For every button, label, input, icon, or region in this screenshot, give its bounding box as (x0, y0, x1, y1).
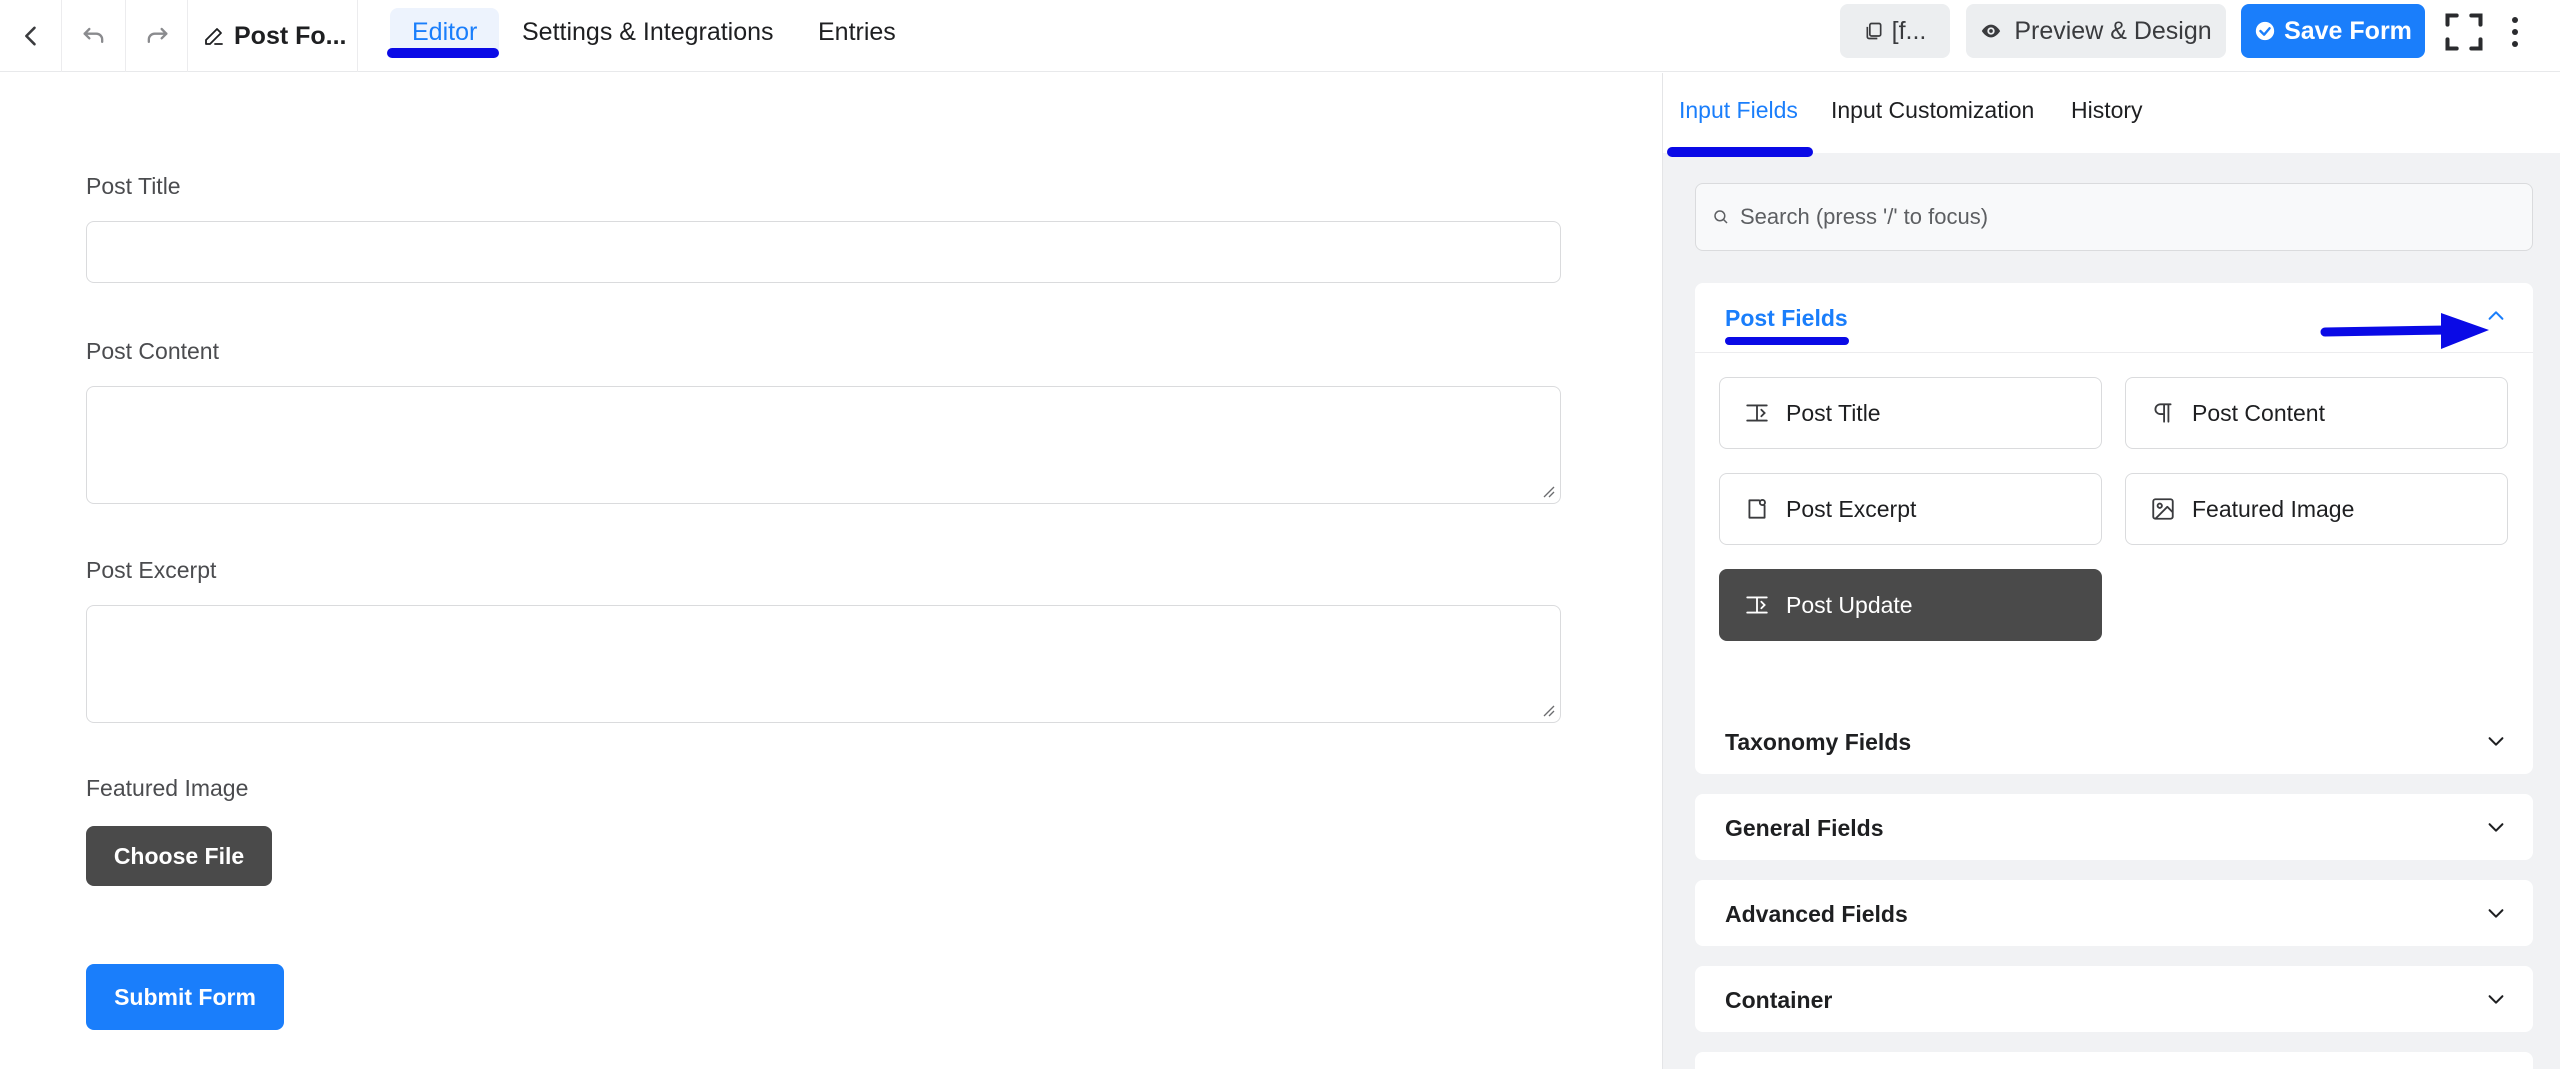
field-item-label: Post Excerpt (1786, 495, 1917, 522)
back-button[interactable] (0, 0, 62, 72)
edit-pencil-icon (205, 28, 223, 45)
preview-design-button[interactable]: Preview & Design (1966, 4, 2226, 58)
choose-file-label: Choose File (113, 842, 245, 869)
image-icon (2152, 498, 2174, 520)
preview-label: Preview & Design (2014, 16, 2212, 45)
save-form-button[interactable]: Save Form (2241, 4, 2425, 58)
copy-icon (1866, 22, 1882, 40)
sidebar-tabs: Input Fields Input Customization History (1663, 73, 2560, 157)
post-fields-title: Post Fields (1725, 305, 1848, 331)
tab-input-customization[interactable]: Input Customization (1831, 97, 2034, 124)
undo-button[interactable] (62, 0, 126, 72)
panel-title: Taxonomy Fields (1725, 729, 1912, 755)
search-placeholder: Search (press '/' to focus) (1740, 204, 1989, 229)
field-item-label: Post Title (1786, 399, 1881, 426)
fields-sidebar: Input Fields Input Customization History… (1662, 73, 2560, 1069)
tab-settings-integrations[interactable]: Settings & Integrations (522, 8, 774, 56)
choose-file-button[interactable]: Choose File (86, 826, 272, 886)
text-cursor-icon (1746, 404, 1768, 422)
field-label-post-excerpt: Post Excerpt (86, 557, 217, 583)
taxonomy-fields-panel[interactable]: Taxonomy Fields (1695, 708, 2533, 774)
chevron-left-icon (24, 26, 36, 46)
paragraph-icon (2154, 403, 2172, 423)
general-fields-panel[interactable]: General Fields (1695, 794, 2533, 860)
more-panel-partial[interactable] (1695, 1052, 2533, 1069)
dot-icon (2512, 29, 2518, 35)
chevron-down-icon[interactable] (2485, 730, 2507, 752)
resize-grip-icon[interactable] (1540, 702, 1556, 718)
form-name[interactable]: Post Fo... (188, 0, 358, 72)
post-excerpt-textarea[interactable] (86, 605, 1561, 723)
field-label-post-title: Post Title (86, 173, 181, 199)
post-fields-panel: Post Fields Post Title Post Content Post… (1695, 283, 2533, 761)
tab-input-fields[interactable]: Input Fields (1679, 97, 1798, 124)
eye-icon (1982, 24, 2001, 38)
chevron-down-icon[interactable] (2485, 988, 2507, 1010)
post-content-textarea[interactable] (86, 386, 1561, 504)
field-item-featured-image[interactable]: Featured Image (2125, 473, 2508, 545)
redo-icon (147, 27, 167, 43)
tab-editor-label: Editor (412, 17, 478, 46)
shortcode-button[interactable]: [f... (1840, 4, 1950, 58)
text-cursor-icon (1746, 596, 1768, 614)
post-title-input[interactable] (86, 221, 1561, 283)
save-label: Save Form (2284, 16, 2412, 45)
top-bar: Post Fo... Editor Settings & Integration… (0, 0, 2560, 72)
post-fields-header[interactable]: Post Fields (1695, 283, 2533, 353)
field-item-label: Post Content (2192, 399, 2325, 426)
annotation-underline (1725, 337, 1849, 345)
dot-icon (2512, 41, 2518, 47)
chevron-up-icon[interactable] (2485, 305, 2507, 327)
annotation-underline (387, 48, 499, 58)
annotation-underline (1667, 147, 1813, 157)
field-item-post-update[interactable]: Post Update (1719, 569, 2102, 641)
field-label-post-content: Post Content (86, 338, 219, 364)
undo-icon (83, 27, 103, 43)
tab-settings-label: Settings & Integrations (522, 17, 774, 46)
resize-grip-icon[interactable] (1540, 483, 1556, 499)
search-icon (1714, 210, 1728, 224)
excerpt-icon (1748, 498, 1766, 519)
redo-button[interactable] (126, 0, 188, 72)
dot-icon (2512, 17, 2518, 23)
shortcode-label: [f... (1891, 16, 1927, 45)
panel-title: Container (1725, 987, 1833, 1013)
chevron-down-icon[interactable] (2485, 816, 2507, 838)
form-canvas: Post Title Post Content Post Excerpt Fea… (0, 73, 1662, 1069)
field-item-post-title[interactable]: Post Title (1719, 377, 2102, 449)
fullscreen-icon (2445, 13, 2483, 51)
field-item-post-content[interactable]: Post Content (2125, 377, 2508, 449)
field-item-post-excerpt[interactable]: Post Excerpt (1719, 473, 2102, 545)
chevron-down-icon[interactable] (2485, 902, 2507, 924)
annotation-arrow-icon (2320, 313, 2489, 349)
field-item-label: Featured Image (2192, 495, 2355, 522)
fullscreen-button[interactable] (2442, 10, 2486, 54)
tab-history[interactable]: History (2071, 97, 2143, 124)
advanced-fields-panel[interactable]: Advanced Fields (1695, 880, 2533, 946)
panel-title: Advanced Fields (1725, 901, 1908, 927)
tab-entries[interactable]: Entries (818, 8, 896, 56)
submit-form-button[interactable]: Submit Form (86, 964, 284, 1030)
submit-label: Submit Form (114, 983, 256, 1010)
field-label-featured-image: Featured Image (86, 775, 249, 801)
container-panel[interactable]: Container (1695, 966, 2533, 1032)
panel-title: General Fields (1725, 815, 1884, 841)
search-input[interactable]: Search (press '/' to focus) (1695, 183, 2533, 251)
form-name-label: Post Fo... (234, 21, 347, 50)
tab-entries-label: Entries (818, 17, 896, 46)
field-item-label: Post Update (1786, 591, 1913, 618)
more-options-button[interactable] (2500, 8, 2530, 56)
check-circle-icon (2255, 21, 2275, 41)
